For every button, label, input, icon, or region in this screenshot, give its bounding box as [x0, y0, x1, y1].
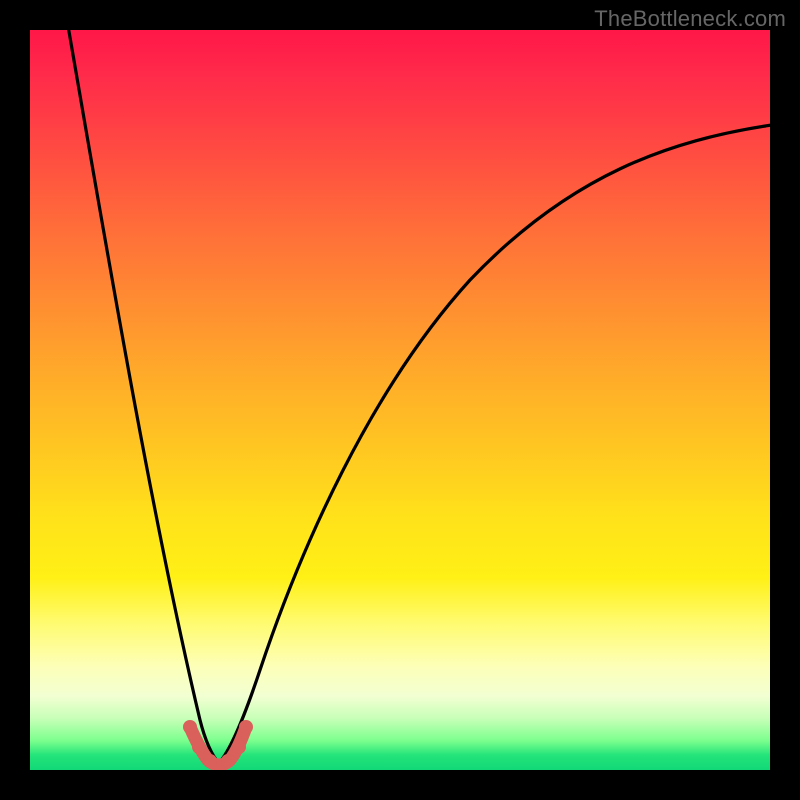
min-marker-dot — [192, 740, 206, 754]
min-marker-dot — [221, 754, 235, 768]
plot-area — [30, 30, 770, 770]
min-marker-dot — [239, 720, 253, 734]
curve-right-branch — [219, 125, 770, 763]
min-marker-dot — [232, 740, 246, 754]
chart-frame: TheBottleneck.com — [0, 0, 800, 800]
min-marker-dot — [203, 754, 217, 768]
bottleneck-curve — [30, 30, 770, 770]
watermark-text: TheBottleneck.com — [594, 6, 786, 32]
min-marker-dot — [183, 720, 197, 734]
curve-left-branch — [67, 30, 219, 763]
